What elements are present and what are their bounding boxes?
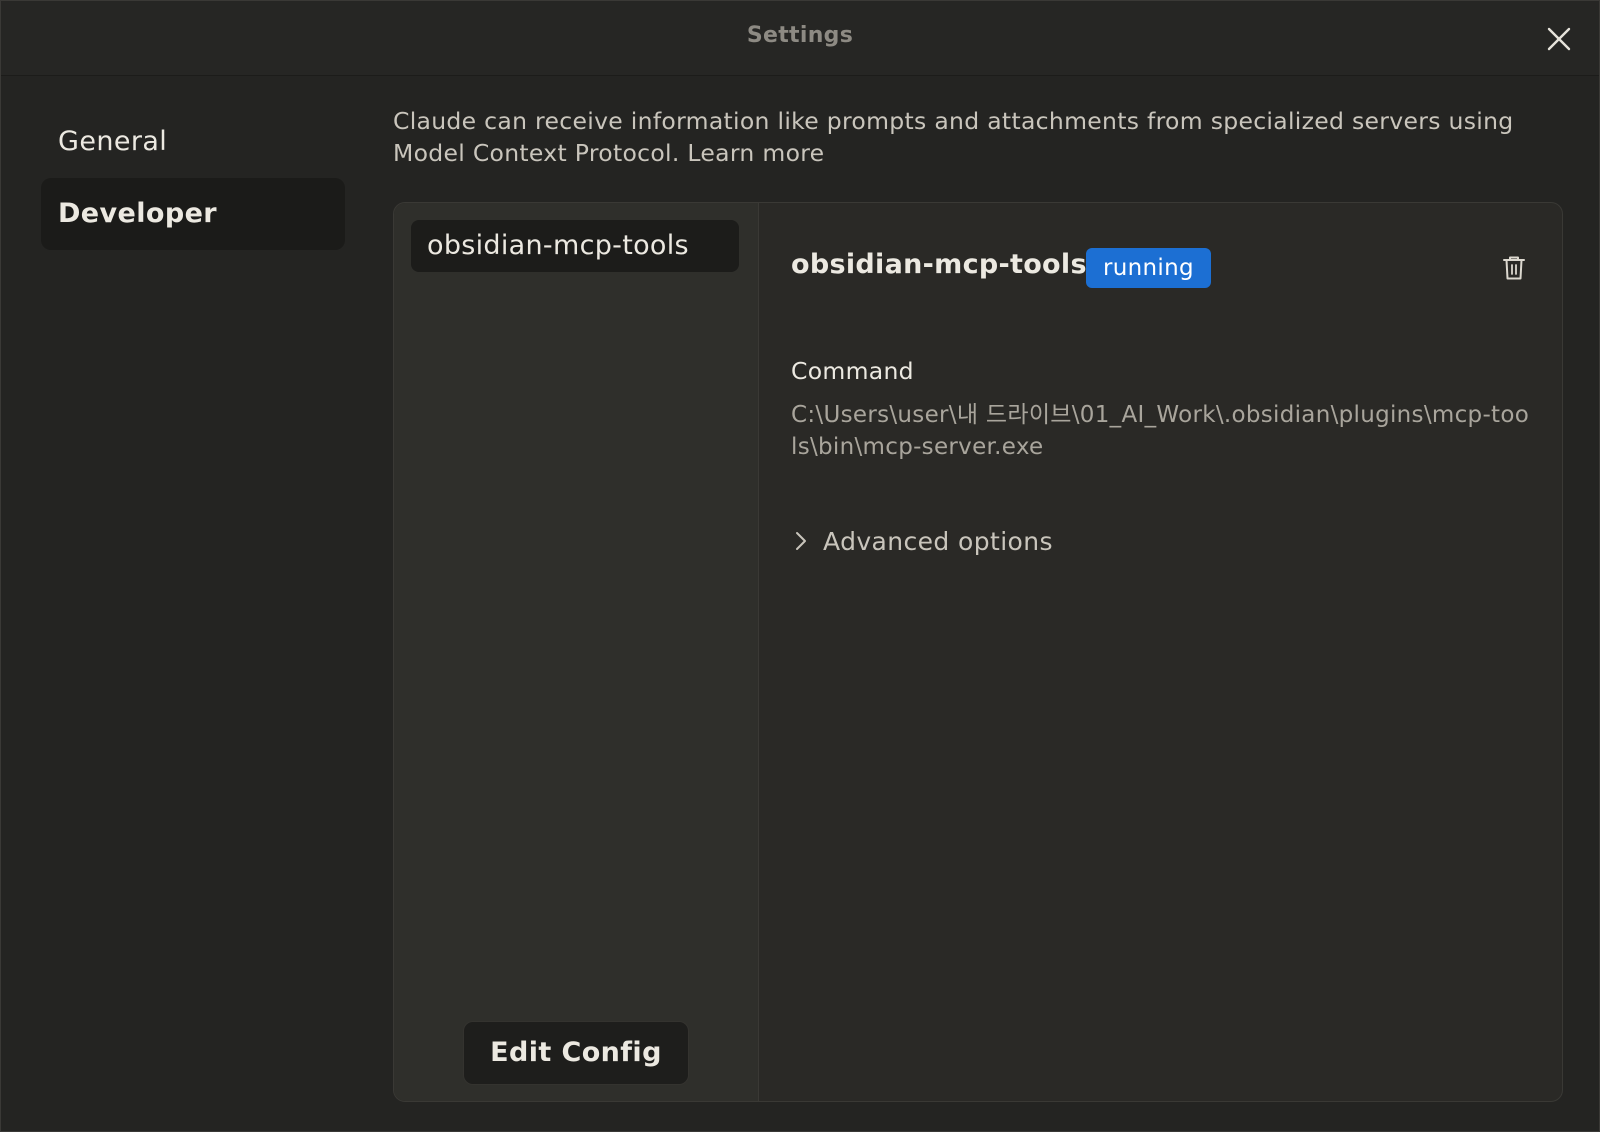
advanced-options-toggle[interactable]: Advanced options [791, 525, 1053, 559]
server-list-item[interactable]: obsidian-mcp-tools [411, 220, 739, 272]
edit-config-button[interactable]: Edit Config [463, 1021, 689, 1085]
learn-more-link[interactable]: Learn more [687, 139, 824, 167]
status-badge: running [1086, 248, 1211, 288]
command-label: Command [791, 357, 914, 385]
close-icon [1547, 27, 1571, 51]
server-name-heading: obsidian-mcp-tools [791, 249, 1087, 280]
delete-server-button[interactable] [1502, 255, 1526, 281]
close-button[interactable] [1545, 25, 1573, 53]
command-value: C:\Users\user\내 드라이브\01_AI_Work\.obsidia… [791, 402, 1530, 460]
title-bar: Settings [1, 1, 1599, 76]
window-title: Settings [746, 23, 854, 48]
settings-window: Settings General Developer Claude can re… [0, 0, 1600, 1132]
server-detail: obsidian-mcp-tools running Command C:\Us… [759, 203, 1562, 1101]
server-list: obsidian-mcp-tools Edit Config [394, 203, 759, 1101]
trash-icon [1503, 256, 1525, 280]
intro-text: Claude can receive information like prom… [393, 107, 1514, 167]
settings-sidebar: General Developer [41, 106, 345, 250]
advanced-options-label: Advanced options [823, 527, 1053, 556]
sidebar-item-general[interactable]: General [41, 106, 345, 178]
mcp-servers-panel: obsidian-mcp-tools Edit Config obsidian-… [393, 202, 1563, 1102]
sidebar-item-developer[interactable]: Developer [41, 178, 345, 250]
chevron-right-icon [796, 532, 806, 550]
intro-paragraph: Claude can receive information like prom… [393, 105, 1543, 169]
